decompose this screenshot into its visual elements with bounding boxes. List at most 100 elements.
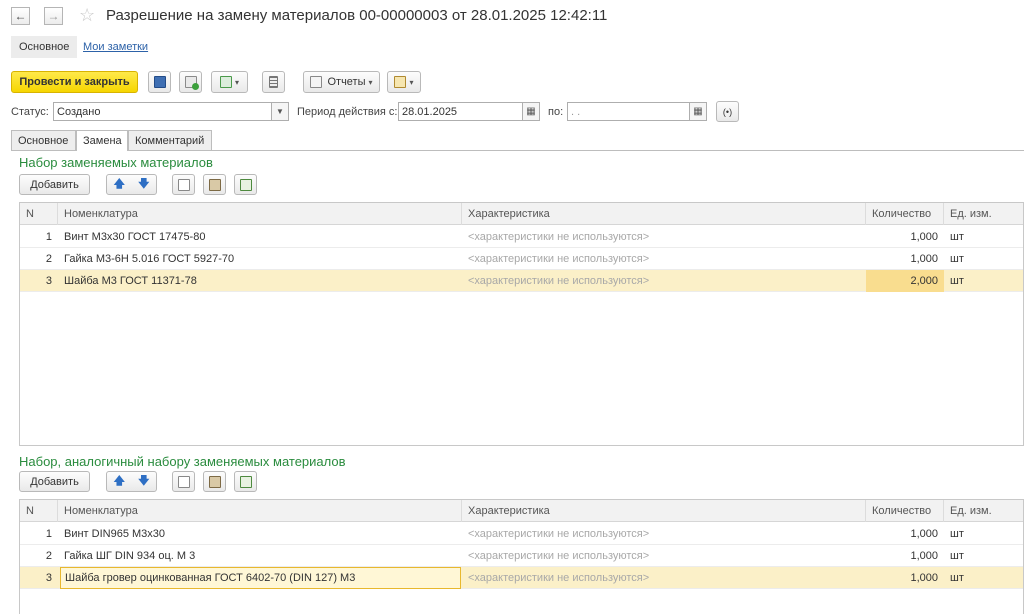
calendar-icon: ▦ [693,106,703,117]
status-field[interactable]: Создано [53,102,272,121]
chevron-down-icon: ▾ [409,77,414,87]
post-and-close-button[interactable]: Провести и закрыть [11,71,138,93]
row-unit: шт [950,253,964,265]
analog-materials-table[interactable]: N Номенклатура Характеристика Количество… [19,499,1024,614]
fill-button-1[interactable] [234,174,257,195]
paste-button-1[interactable] [203,174,226,195]
group-replaced-title: Набор заменяемых материалов [19,155,213,170]
row-characteristic: <характеристики не используются> [468,253,650,265]
arrow-down-icon[interactable]: 🡇 [138,175,149,194]
floppy-disk-icon [153,76,166,88]
tab-divider [11,150,1024,151]
report-icon [310,76,323,88]
table-row[interactable]: 2 Гайка ШГ DIN 934 оц. М 3 <характеристи… [20,545,1023,567]
period-from-calendar-button[interactable]: ▦ [522,102,540,121]
status-dropdown-button[interactable]: ▼ [271,102,289,121]
window-title: Разрешение на замену материалов 00-00000… [106,7,608,24]
row-nomenclature: Гайка М3-6H 5.016 ГОСТ 5927-70 [64,253,235,265]
row-unit: шт [950,275,964,287]
paste-button-2[interactable] [203,471,226,492]
table-row[interactable]: 2 Гайка М3-6H 5.016 ГОСТ 5927-70 <характ… [20,248,1023,270]
col-nomenclature[interactable]: Номенклатура [58,500,462,522]
create-based-icon [219,76,232,88]
table-fill-icon [239,475,252,488]
arrow-down-icon[interactable]: 🡇 [138,472,149,491]
row-number: 1 [45,528,52,540]
row-characteristic: <характеристики не используются> [468,572,650,584]
row-number: 2 [45,550,52,562]
post-button[interactable] [179,71,202,93]
nav-main[interactable]: Основное [11,36,78,58]
col-nomenclature[interactable]: Номенклатура [58,203,462,225]
table-fill-icon [239,178,252,191]
row-number: 1 [45,231,52,243]
table-header: N Номенклатура Характеристика Количество… [20,203,1023,225]
back-button[interactable]: ← [11,7,30,25]
period-select-button[interactable]: (•) [716,101,739,122]
copy-button-2[interactable] [172,471,195,492]
col-n[interactable]: N [20,203,58,225]
structure-button[interactable] [262,71,285,93]
row-number: 2 [45,253,52,265]
chevron-down-icon: ▼ [276,107,284,116]
replaced-materials-table[interactable]: N Номенклатура Характеристика Количество… [19,202,1024,446]
row-quantity: 1,000 [910,572,938,584]
row-quantity[interactable]: 2,000 [866,270,944,292]
move-buttons-2[interactable]: 🡅 🡇 [106,471,157,492]
row-number: 3 [45,572,52,584]
col-characteristic[interactable]: Характеристика [462,203,866,225]
chevron-down-icon: ▾ [234,77,239,87]
status-label: Статус: [11,106,49,118]
row-number: 3 [45,275,52,287]
row-nomenclature: Шайба М3 ГОСТ 11371-78 [64,275,197,287]
fill-button-2[interactable] [234,471,257,492]
post-document-icon [184,76,199,90]
period-from-field[interactable]: 28.01.2025 [398,102,523,121]
col-characteristic[interactable]: Характеристика [462,500,866,522]
tab-main[interactable]: Основное [11,130,76,150]
arrow-up-icon[interactable]: 🡅 [114,175,125,194]
table-row-selected[interactable]: 3 Шайба М3 ГОСТ 11371-78 <характеристики… [20,270,1023,292]
group-analog-title: Набор, аналогичный набору заменяемых мат… [19,454,346,469]
nav-my-notes[interactable]: Мои заметки [75,36,156,58]
save-button[interactable] [148,71,171,93]
col-quantity[interactable]: Количество [866,500,944,522]
table-row[interactable]: 1 Винт DIN965 M3x30 <характеристики не и… [20,523,1023,545]
copy-button-1[interactable] [172,174,195,195]
favorite-star-icon[interactable]: ☆ [79,5,95,26]
period-to-field[interactable]: . . [567,102,690,121]
row-nomenclature: Гайка ШГ DIN 934 оц. М 3 [64,550,196,562]
period-to-calendar-button[interactable]: ▦ [689,102,707,121]
move-buttons-1[interactable]: 🡅 🡇 [106,174,157,195]
table-row[interactable]: 1 Винт М3х30 ГОСТ 17475-80 <характеристи… [20,226,1023,248]
paste-icon [208,178,221,191]
row-characteristic: <характеристики не используются> [468,231,650,243]
arrow-right-icon: → [47,9,60,23]
forward-button[interactable]: → [44,7,63,25]
tab-replacement[interactable]: Замена [76,130,128,151]
create-based-on-button[interactable]: ▾ [211,71,248,93]
col-quantity[interactable]: Количество [866,203,944,225]
arrow-up-icon[interactable]: 🡅 [114,472,125,491]
table-header: N Номенклатура Характеристика Количество… [20,500,1023,522]
reports-button[interactable]: Отчеты ▾ [303,71,380,93]
paste-icon [208,475,221,488]
copy-icon [177,475,190,488]
row-quantity: 1,000 [910,253,938,265]
col-unit[interactable]: Ед. изм. [944,203,1024,225]
row-nomenclature: Винт М3х30 ГОСТ 17475-80 [64,231,206,243]
row-quantity: 1,000 [910,231,938,243]
row-nomenclature-edit[interactable]: Шайба гровер оцинкованная ГОСТ 6402-70 (… [60,567,461,589]
add-button-2[interactable]: Добавить [19,471,90,492]
row-unit: шт [950,550,964,562]
row-nomenclature: Винт DIN965 M3x30 [64,528,166,540]
add-button-1[interactable]: Добавить [19,174,90,195]
list-icon [269,76,278,88]
tab-comment[interactable]: Комментарий [128,130,212,150]
print-button[interactable]: ▾ [387,71,421,93]
table-row-selected[interactable]: 3 Шайба гровер оцинкованная ГОСТ 6402-70… [20,567,1023,589]
col-unit[interactable]: Ед. изм. [944,500,1024,522]
col-n[interactable]: N [20,500,58,522]
row-quantity: 1,000 [910,528,938,540]
arrow-left-icon: ← [14,9,27,23]
